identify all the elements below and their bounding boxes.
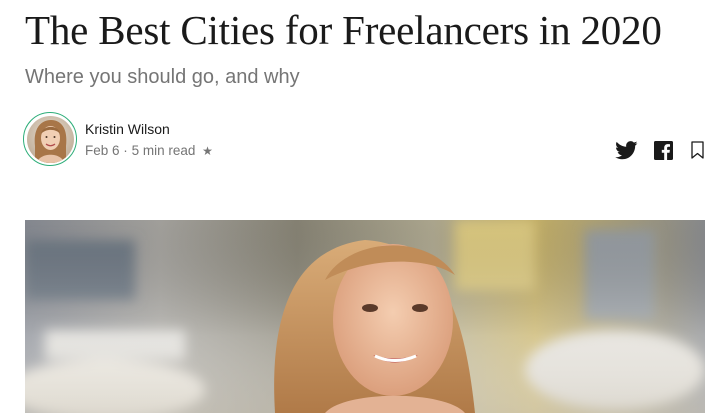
avatar (26, 115, 74, 163)
read-time: 5 min read (131, 143, 196, 158)
facebook-icon (654, 140, 673, 160)
bookmark-button[interactable] (690, 140, 705, 160)
author-name[interactable]: Kristin Wilson (85, 120, 170, 138)
member-star-icon: ★ (202, 144, 213, 158)
hero-image (25, 220, 705, 413)
twitter-icon (615, 140, 638, 159)
meta-separator: · (123, 143, 128, 158)
bookmark-icon (691, 141, 704, 159)
share-twitter-button[interactable] (615, 140, 638, 160)
article-subtitle: Where you should go, and why (25, 66, 300, 88)
article-title: The Best Cities for Freelancers in 2020 (25, 7, 662, 53)
share-facebook-button[interactable] (654, 140, 673, 160)
article-meta: Feb 6 · 5 min read ★ (85, 142, 213, 160)
author-avatar-link[interactable] (23, 112, 77, 166)
publish-date: Feb 6 (85, 143, 120, 158)
